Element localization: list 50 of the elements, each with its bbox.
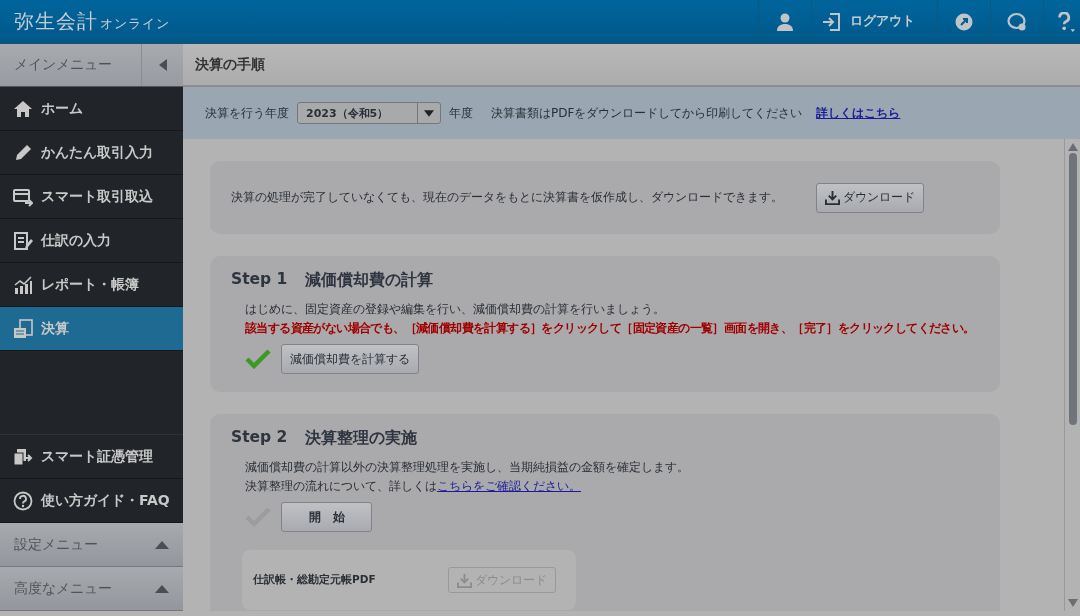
help-icon: [1056, 11, 1076, 32]
card-arrow-icon: [13, 186, 33, 207]
step-number: Step 2: [231, 428, 288, 448]
left-triangle-icon: [158, 59, 167, 71]
documents-icon: [13, 318, 33, 339]
year-select[interactable]: 2023（令和5）: [297, 102, 441, 124]
caret-down-icon: [424, 109, 434, 117]
app-logo-suffix: オンライン: [100, 15, 170, 33]
step-number: Step 1: [231, 270, 288, 290]
menu-item[interactable]: スマート取引取込: [0, 175, 183, 219]
step-button[interactable]: 開 始: [281, 502, 372, 532]
description-text: 決算整理の流れについて、詳しくはこちらをご確認ください。: [245, 478, 582, 494]
preview-text: 決算の処理が完了していなくても、現在のデータをもとに決算書を仮作成し、ダウンロードできます。: [231, 190, 784, 205]
app-logo: 弥生会計: [14, 8, 98, 35]
logout-icon: [822, 11, 842, 32]
menu-item[interactable]: 仕訳の入力: [0, 219, 183, 263]
download-icon: [825, 190, 840, 205]
menu-item[interactable]: かんたん取引入力: [0, 131, 183, 175]
user-icon: [775, 11, 795, 32]
down-arrow-icon: [1067, 599, 1078, 607]
pdf-note: 決算書類はPDFをダウンロードしてから印刷してください: [491, 104, 803, 122]
menu-item[interactable]: スマート証憑管理: [0, 435, 183, 479]
step-title: 決算整理の実施: [305, 428, 418, 449]
documents-arrow-icon: [13, 446, 33, 467]
step-title: 減価償却費の計算: [305, 270, 434, 291]
document-pencil-icon: [13, 230, 33, 251]
arrow-bubble-icon: [954, 11, 974, 32]
description-text: はじめに、固定資産の登録や編集を行い、減価償却費の計算を行いましょう。: [245, 301, 666, 317]
scrollbar-thumb[interactable]: [1068, 153, 1077, 425]
confirm-link[interactable]: こちらをご確認ください。: [437, 479, 581, 493]
pencil-icon: [13, 142, 33, 163]
menu-item[interactable]: 決算: [0, 307, 183, 351]
pdf-label: 仕訳帳・総勘定元帳PDF: [253, 573, 376, 587]
step-button[interactable]: 減価償却費を計算する: [281, 344, 419, 374]
chat-bubble-icon: [1007, 11, 1027, 32]
warning-text: 該当する資産がない場合でも、［減価償却費を計算する］をクリックして［固定資産の一覧］画面を開き、［完了］をクリックしてください。: [245, 320, 976, 336]
help-circle-icon: [13, 490, 33, 511]
menu-title: メインメニュー: [13, 55, 113, 74]
logout-button[interactable]: ログアウト: [811, 0, 937, 43]
download-icon: [457, 572, 472, 588]
year-label: 決算を行う年度: [205, 104, 289, 122]
download-button[interactable]: ダウンロード: [816, 182, 924, 213]
up-arrow-icon: [1067, 143, 1078, 151]
chart-icon: [13, 274, 33, 295]
scrollbar[interactable]: [1064, 139, 1080, 611]
year-suffix: 年度: [449, 104, 473, 122]
details-link[interactable]: 詳しくはこちら: [816, 104, 901, 122]
house-icon: [13, 98, 33, 119]
page-title: 決算の手順: [195, 55, 265, 74]
description-text: 減価償却費の計算以外の決算整理処理を実施し、当期純損益の金額を確定します。: [245, 459, 690, 475]
